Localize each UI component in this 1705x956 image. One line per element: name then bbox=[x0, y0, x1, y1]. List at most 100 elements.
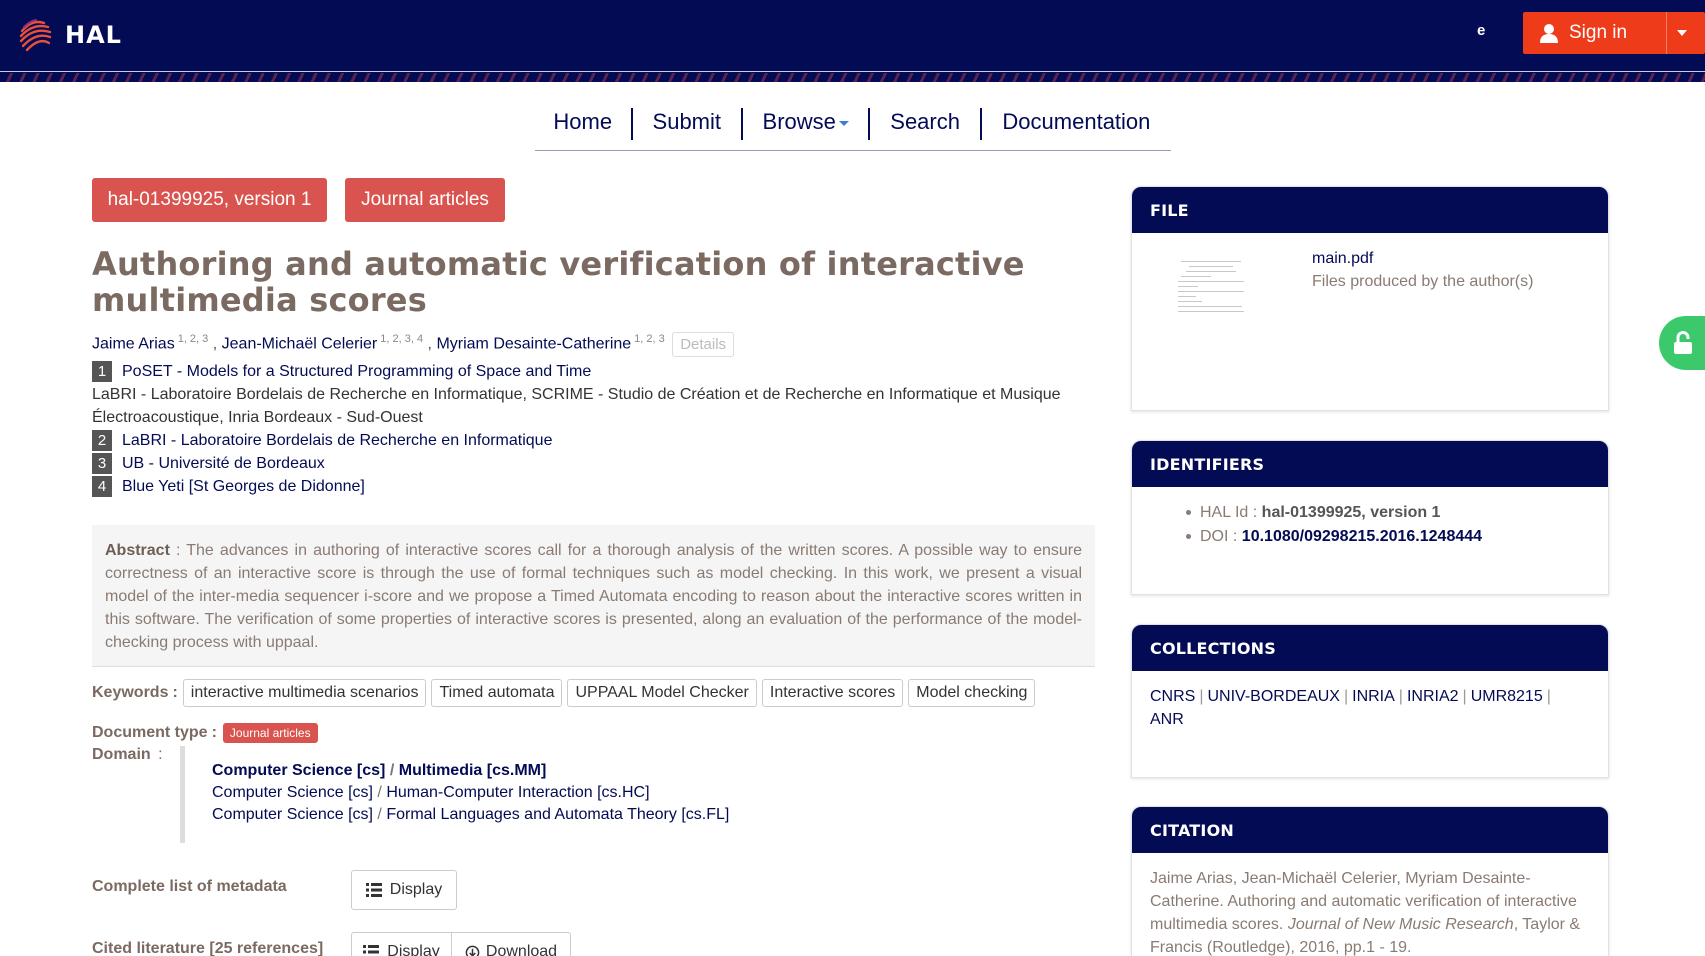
download-label: Download bbox=[485, 943, 558, 956]
caret-down-icon bbox=[838, 120, 849, 126]
collection-link[interactable]: ANR bbox=[1150, 711, 1184, 728]
affiliation-number: 1 bbox=[92, 361, 112, 382]
author-link[interactable]: Myriam Desainte-Catherine bbox=[436, 336, 631, 353]
hal-id-label: HAL Id : bbox=[1200, 504, 1258, 521]
hal-logo-icon bbox=[19, 19, 52, 52]
collection-separator: | bbox=[1462, 688, 1467, 705]
nav-browse[interactable]: Browse bbox=[743, 103, 868, 137]
domain-item: Computer Science [cs] / Multimedia [cs.M… bbox=[212, 760, 729, 782]
main-nav: Home Submit Browse Search Documentation bbox=[535, 103, 1171, 151]
domain-separator: / bbox=[377, 784, 382, 801]
abstract-label: Abstract bbox=[105, 542, 170, 559]
domain-separator: / bbox=[377, 806, 382, 823]
open-access-tab[interactable] bbox=[1659, 316, 1705, 370]
sign-in-divider bbox=[1666, 12, 1667, 54]
unlocked-padlock-icon bbox=[1674, 331, 1692, 354]
nav-home[interactable]: Home bbox=[535, 103, 631, 137]
author-link[interactable]: Jaime Arias bbox=[92, 336, 175, 353]
collection-link[interactable]: UNIV-BORDEAUX bbox=[1208, 688, 1340, 705]
domain-separator: / bbox=[389, 762, 395, 779]
keyword-tag[interactable]: Timed automata bbox=[431, 679, 563, 707]
affiliations-list: 1 PoSET - Models for a Structured Progra… bbox=[92, 360, 1092, 498]
collection-separator: | bbox=[1199, 688, 1204, 705]
doi-label: DOI : bbox=[1200, 528, 1238, 545]
collection-link[interactable]: INRIA bbox=[1352, 688, 1395, 705]
domain-link[interactable]: Computer Science [cs] bbox=[212, 784, 373, 801]
display-label: Display bbox=[387, 943, 440, 956]
author-separator: , bbox=[212, 335, 218, 353]
citation-journal: Journal of New Music Research bbox=[1287, 916, 1514, 933]
affiliation-link[interactable]: Blue Yeti [St Georges de Didonne] bbox=[122, 475, 365, 498]
hal-logo[interactable]: HAL bbox=[18, 17, 122, 53]
doctype-badge[interactable]: Journal articles bbox=[222, 723, 318, 743]
citation-panel: CITATION Jaime Arias, Jean-Michaël Celer… bbox=[1131, 806, 1609, 956]
language-switch[interactable]: e bbox=[1477, 22, 1485, 39]
domain-link[interactable]: Computer Science [cs] bbox=[212, 806, 373, 823]
details-button[interactable]: Details bbox=[672, 332, 735, 357]
keyword-tag[interactable]: interactive multimedia scenarios bbox=[182, 679, 427, 707]
author-separator: , bbox=[427, 335, 432, 353]
domain-link[interactable]: Human-Computer Interaction [cs.HC] bbox=[386, 784, 649, 801]
identifiers-panel-heading: IDENTIFIERS bbox=[1132, 441, 1608, 487]
collection-link[interactable]: UMR8215 bbox=[1471, 688, 1543, 705]
affiliation-item: 2 LaBRI - Laboratoire Bordelais de Reche… bbox=[92, 429, 1092, 452]
nav-search[interactable]: Search bbox=[870, 103, 979, 137]
file-link[interactable]: main.pdf bbox=[1312, 250, 1373, 268]
header-rule bbox=[0, 71, 1705, 72]
identifiers-panel: IDENTIFIERS HAL Id : hal-01399925, versi… bbox=[1131, 440, 1609, 595]
affiliation-link[interactable]: UB - Université de Bordeaux bbox=[122, 452, 325, 475]
domain-label: Domain bbox=[92, 746, 151, 763]
file-panel: FILE main.pdf Files produced by the auth… bbox=[1131, 186, 1609, 411]
domain-colon: : bbox=[158, 746, 163, 763]
hal-id-value: hal-01399925, version 1 bbox=[1261, 504, 1441, 521]
citation-text: Jaime Arias, Jean-Michaël Celerier, Myri… bbox=[1132, 853, 1608, 956]
keyword-tag[interactable]: Interactive scores bbox=[761, 679, 904, 707]
affiliation-item: 4 Blue Yeti [St Georges de Didonne] bbox=[92, 475, 1092, 498]
domain-label-row: Domain : bbox=[92, 746, 163, 764]
collections-body: CNRS | UNIV-BORDEAUX | INRIA | INRIA2 | UMR8215 |… bbox=[1132, 671, 1608, 745]
affiliation-number: 4 bbox=[92, 476, 112, 497]
nav-documentation[interactable]: Documentation bbox=[982, 103, 1171, 137]
hal-version-badge[interactable]: hal-01399925, version 1 bbox=[92, 178, 327, 222]
author-aff-refs: 1, 2, 3 bbox=[634, 333, 665, 346]
keywords-colon: : bbox=[172, 684, 178, 701]
page-title: Authoring and automatic verification of … bbox=[92, 245, 1025, 319]
download-icon bbox=[465, 945, 480, 956]
authors-line: Jaime Arias 1, 2, 3 , Jean-Michaël Celeri… bbox=[92, 332, 735, 357]
collections-panel: COLLECTIONS CNRS | UNIV-BORDEAUX | INRIA | INR… bbox=[1131, 624, 1609, 778]
keywords-label: Keywords bbox=[92, 684, 169, 701]
abstract-text: : The advances in authoring of interacti… bbox=[105, 542, 1082, 651]
nav-submit[interactable]: Submit bbox=[633, 103, 741, 137]
logo-text: HAL bbox=[65, 21, 122, 49]
metadata-display-button[interactable]: Display bbox=[351, 870, 457, 910]
chevron-down-icon[interactable] bbox=[1677, 30, 1687, 36]
affiliation-link[interactable]: PoSET - Models for a Structured Programm… bbox=[122, 360, 591, 383]
doctype-row: Document type : Journal articles bbox=[92, 723, 318, 743]
doi-item: DOI : 10.1080/09298215.2016.1248444 bbox=[1186, 525, 1590, 548]
list-icon bbox=[363, 945, 380, 954]
domain-link[interactable]: Computer Science [cs] bbox=[212, 762, 385, 779]
sign-in-button[interactable]: Sign in bbox=[1523, 12, 1705, 54]
references-display-button[interactable]: Display bbox=[351, 932, 452, 956]
collections-panel-heading: COLLECTIONS bbox=[1132, 625, 1608, 671]
pdf-thumbnail[interactable] bbox=[1176, 257, 1246, 357]
collection-separator: | bbox=[1546, 688, 1551, 705]
header-stripes bbox=[0, 73, 1705, 82]
collection-separator: | bbox=[1398, 688, 1403, 705]
domain-link[interactable]: Multimedia [cs.MM] bbox=[399, 762, 547, 779]
doi-link[interactable]: 10.1080/09298215.2016.1248444 bbox=[1242, 528, 1482, 545]
keyword-tag[interactable]: UPPAAL Model Checker bbox=[567, 679, 757, 707]
doc-type-button[interactable]: Journal articles bbox=[345, 178, 505, 222]
keyword-tag[interactable]: Model checking bbox=[908, 679, 1036, 707]
collection-link[interactable]: INRIA2 bbox=[1407, 688, 1459, 705]
collection-separator: | bbox=[1343, 688, 1349, 705]
top-header: HAL e Sign in bbox=[0, 0, 1705, 82]
affiliation-link[interactable]: LaBRI - Laboratoire Bordelais de Recherc… bbox=[122, 429, 552, 452]
cited-literature-label: Cited literature [25 references] bbox=[92, 940, 324, 956]
domain-link[interactable]: Formal Languages and Automata Theory [cs… bbox=[386, 806, 729, 823]
references-download-button[interactable]: Download bbox=[451, 932, 571, 956]
collection-link[interactable]: CNRS bbox=[1150, 688, 1195, 705]
sign-in-label: Sign in bbox=[1569, 22, 1628, 43]
author-link[interactable]: Jean-Michaël Celerier bbox=[222, 336, 378, 353]
doctype-label: Document type bbox=[92, 724, 208, 741]
